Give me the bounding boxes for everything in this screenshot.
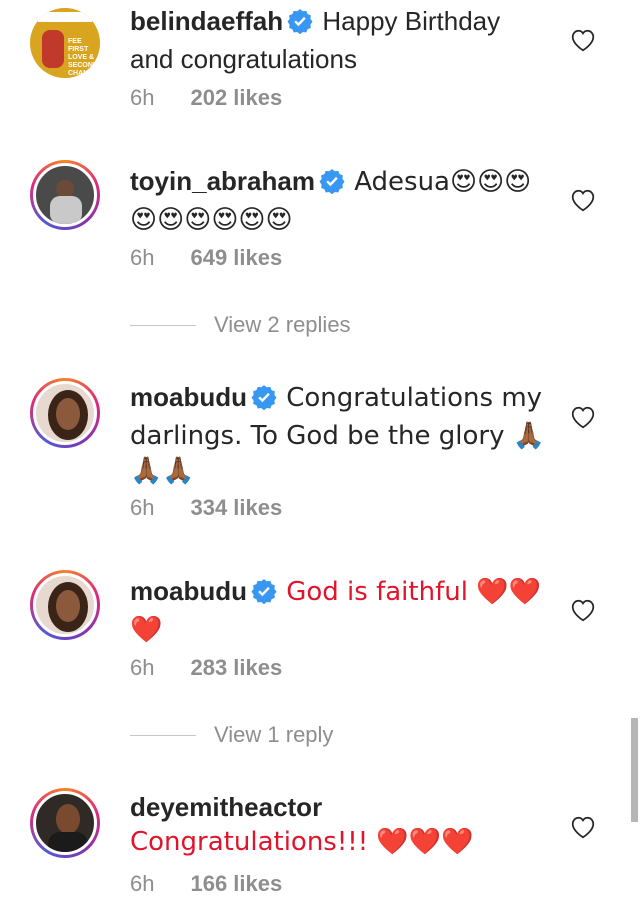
- comment-meta: 6h 202 likes: [130, 85, 282, 111]
- avatar-caption: FEE FIRST LOVE & SECOND CHANCE: [68, 38, 98, 77]
- avatar[interactable]: FEE FIRST LOVE & SECOND CHANCE: [30, 8, 100, 78]
- verified-badge-icon: [319, 168, 345, 202]
- avatar[interactable]: [30, 570, 100, 640]
- verified-badge-icon: [251, 384, 277, 418]
- like-heart-icon[interactable]: [570, 405, 596, 429]
- comment-meta: 6h 166 likes: [130, 871, 282, 897]
- avatar[interactable]: [30, 788, 100, 858]
- likes-count[interactable]: 166 likes: [190, 871, 282, 896]
- comment-text: deyemitheactor Congratulations!!! ❤️❤️❤️: [130, 790, 550, 859]
- username[interactable]: moabudu: [130, 382, 247, 412]
- view-replies-label: View 2 replies: [214, 312, 351, 337]
- verified-badge-icon: [251, 578, 277, 612]
- username[interactable]: deyemitheactor: [130, 792, 322, 822]
- comment-meta: 6h 283 likes: [130, 655, 282, 681]
- likes-count[interactable]: 649 likes: [190, 245, 282, 270]
- likes-count[interactable]: 283 likes: [190, 655, 282, 680]
- username[interactable]: moabudu: [130, 576, 247, 606]
- scrollbar[interactable]: [631, 718, 638, 822]
- avatar[interactable]: [30, 378, 100, 448]
- verified-badge-icon: [287, 8, 313, 42]
- comment-text: moabudu Congratulations my darlings. To …: [130, 380, 550, 488]
- divider: [130, 324, 196, 326]
- like-heart-icon[interactable]: [570, 815, 596, 839]
- like-heart-icon[interactable]: [570, 598, 596, 622]
- comment-time: 6h: [130, 871, 155, 896]
- likes-count[interactable]: 334 likes: [190, 495, 282, 520]
- likes-count[interactable]: 202 likes: [190, 85, 282, 110]
- view-replies-button[interactable]: View 1 reply: [130, 722, 333, 748]
- view-replies-label: View 1 reply: [214, 722, 334, 747]
- view-replies-button[interactable]: View 2 replies: [130, 312, 351, 338]
- avatar[interactable]: [30, 160, 100, 230]
- comment-text: toyin_abraham Adesua😍😍😍😍😍😍😍😍😍: [130, 164, 550, 237]
- comment-time: 6h: [130, 85, 155, 110]
- comment-text: moabudu God is faithful ❤️❤️❤️: [130, 574, 550, 647]
- comment-time: 6h: [130, 495, 155, 520]
- username[interactable]: toyin_abraham: [130, 166, 315, 196]
- comment-body: Congratulations!!! ❤️❤️❤️: [130, 827, 474, 857]
- comment-meta: 6h 334 likes: [130, 495, 282, 521]
- like-heart-icon[interactable]: [570, 28, 596, 52]
- comment-text: belindaeffah Happy Birthday and congratu…: [130, 4, 550, 76]
- comment-meta: 6h 649 likes: [130, 245, 282, 271]
- like-heart-icon[interactable]: [570, 188, 596, 212]
- divider: [130, 734, 196, 736]
- comment-time: 6h: [130, 655, 155, 680]
- username[interactable]: belindaeffah: [130, 6, 283, 36]
- comment-time: 6h: [130, 245, 155, 270]
